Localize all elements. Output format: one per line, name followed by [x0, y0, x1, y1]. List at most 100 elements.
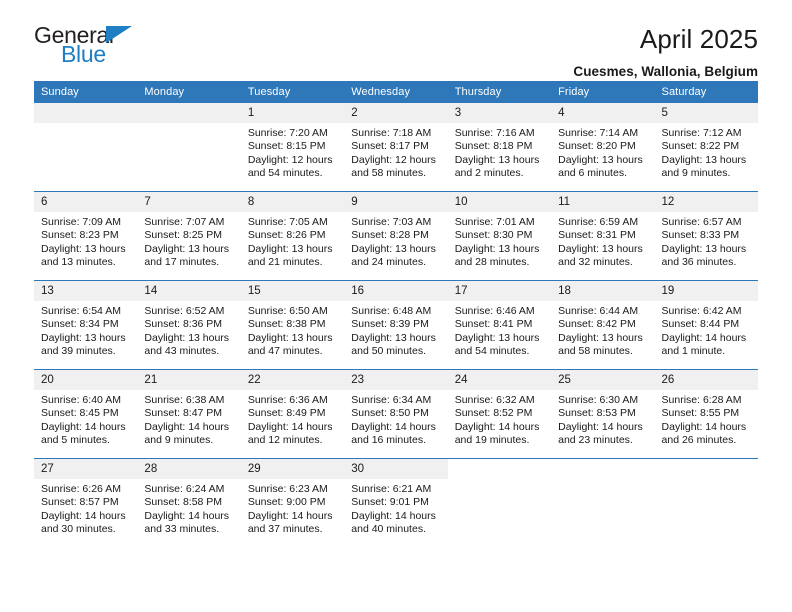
sunrise-sunset-calendar: Sunday Monday Tuesday Wednesday Thursday…: [34, 81, 758, 547]
day-number: 30: [344, 459, 448, 479]
sunrise-time: Sunrise: 7:01 AM: [454, 216, 535, 228]
calendar-week-row: 27 Sunrise: 6:26 AM Sunset: 8:57 PM Dayligh…: [34, 458, 758, 547]
calendar-day-cell[interactable]: 12 Sunrise: 6:57 AM Sunset: 8:33 PM Dayligh…: [654, 191, 758, 281]
day-number: 8: [240, 192, 345, 212]
daylight-duration-line1: Daylight: 14 hours: [41, 420, 126, 433]
daylight-duration-line2: and 24 minutes.: [351, 256, 426, 269]
sunrise-time: Sunrise: 6:50 AM: [247, 305, 328, 317]
day-number: 16: [344, 281, 448, 301]
daylight-duration-line2: and 23 minutes.: [558, 434, 633, 447]
daylight-duration-line2: and 32 minutes.: [558, 256, 633, 269]
calendar-day-cell[interactable]: 16 Sunrise: 6:48 AM Sunset: 8:39 PM Dayligh…: [344, 280, 448, 370]
calendar-day-cell[interactable]: 15 Sunrise: 6:50 AM Sunset: 8:38 PM Dayligh…: [240, 280, 345, 370]
daylight-duration-line2: and 30 minutes.: [41, 523, 116, 536]
day-cell-inner: 20 Sunrise: 6:40 AM Sunset: 8:45 PM Dayligh…: [34, 370, 138, 458]
daylight-duration-line1: Daylight: 13 hours: [351, 242, 436, 255]
calendar-day-cell[interactable]: 19 Sunrise: 6:42 AM Sunset: 8:44 PM Dayligh…: [654, 280, 758, 370]
calendar-empty-cell: [551, 458, 655, 547]
sunset-time: Sunset: 8:28 PM: [351, 229, 429, 242]
day-cell-inner: 7 Sunrise: 7:07 AM Sunset: 8:25 PM Daylight…: [137, 192, 241, 280]
calendar-day-cell[interactable]: 17 Sunrise: 6:46 AM Sunset: 8:41 PM Dayligh…: [447, 280, 552, 370]
day-cell-inner: 21 Sunrise: 6:38 AM Sunset: 8:47 PM Dayligh…: [137, 370, 241, 458]
sunset-time: Sunset: 9:00 PM: [247, 496, 326, 509]
calendar-day-cell[interactable]: 30 Sunrise: 6:21 AM Sunset: 9:01 PM Dayligh…: [344, 458, 448, 547]
calendar-week-row: 1 Sunrise: 7:20 AM Sunset: 8:15 PM Daylight…: [34, 103, 758, 192]
sunset-time: Sunset: 8:49 PM: [247, 407, 326, 420]
day-number: 27: [34, 459, 138, 479]
day-number: 17: [447, 281, 552, 301]
calendar-day-cell[interactable]: 18 Sunrise: 6:44 AM Sunset: 8:42 PM Dayligh…: [551, 280, 655, 370]
weekday-header-friday: Friday: [551, 81, 655, 103]
day-number: 14: [137, 281, 241, 301]
calendar-day-cell[interactable]: 27 Sunrise: 6:26 AM Sunset: 8:57 PM Dayligh…: [34, 458, 138, 547]
weekday-header-tuesday: Tuesday: [240, 81, 345, 103]
daylight-duration-line2: and 43 minutes.: [144, 345, 220, 358]
daylight-duration-line2: and 58 minutes.: [351, 167, 426, 180]
day-cell-inner: 15 Sunrise: 6:50 AM Sunset: 8:38 PM Dayligh…: [240, 281, 345, 369]
day-details: Sunrise: 6:28 AM Sunset: 8:55 PM Daylight:…: [655, 390, 758, 448]
calendar-day-cell[interactable]: 5 Sunrise: 7:12 AM Sunset: 8:22 PM Daylight…: [654, 103, 758, 192]
daylight-duration-line1: Daylight: 13 hours: [661, 242, 747, 255]
daylight-duration-line1: Daylight: 14 hours: [247, 420, 333, 433]
calendar-page: General Blue April 2025 Cuesmes, Walloni…: [0, 0, 792, 612]
daylight-duration-line2: and 6 minutes.: [558, 167, 627, 180]
calendar-day-cell[interactable]: 22 Sunrise: 6:36 AM Sunset: 8:49 PM Dayligh…: [240, 369, 345, 459]
daylight-duration-line1: Daylight: 13 hours: [144, 242, 230, 255]
calendar-day-cell[interactable]: 4 Sunrise: 7:14 AM Sunset: 8:20 PM Daylight…: [551, 103, 655, 192]
sunset-time: Sunset: 8:39 PM: [351, 318, 429, 331]
sunset-time: Sunset: 8:50 PM: [351, 407, 429, 420]
day-cell-inner: 10 Sunrise: 7:01 AM Sunset: 8:30 PM Dayligh…: [447, 192, 552, 280]
calendar-day-cell[interactable]: 14 Sunrise: 6:52 AM Sunset: 8:36 PM Dayligh…: [137, 280, 241, 370]
calendar-day-cell[interactable]: 7 Sunrise: 7:07 AM Sunset: 8:25 PM Daylight…: [137, 191, 241, 281]
generalblue-logo[interactable]: General Blue: [34, 24, 146, 70]
daylight-duration-line2: and 12 minutes.: [247, 434, 323, 447]
calendar-day-cell[interactable]: 2 Sunrise: 7:18 AM Sunset: 8:17 PM Daylight…: [344, 103, 448, 192]
calendar-day-cell[interactable]: 11 Sunrise: 6:59 AM Sunset: 8:31 PM Dayligh…: [551, 191, 655, 281]
day-cell-inner: 16 Sunrise: 6:48 AM Sunset: 8:39 PM Dayligh…: [344, 281, 448, 369]
calendar-week-row: 6 Sunrise: 7:09 AM Sunset: 8:23 PM Daylight…: [34, 191, 758, 281]
daylight-duration-line2: and 9 minutes.: [661, 167, 731, 180]
sunset-time: Sunset: 8:55 PM: [661, 407, 740, 420]
sunset-time: Sunset: 8:34 PM: [41, 318, 119, 331]
calendar-day-cell[interactable]: 20 Sunrise: 6:40 AM Sunset: 8:45 PM Dayligh…: [34, 369, 138, 459]
sunrise-time: Sunrise: 7:16 AM: [454, 127, 535, 139]
day-cell-inner: 19 Sunrise: 6:42 AM Sunset: 8:44 PM Dayligh…: [654, 281, 758, 369]
day-number: 21: [137, 370, 241, 390]
daylight-duration-line1: Daylight: 14 hours: [351, 420, 436, 433]
sunrise-time: Sunrise: 7:12 AM: [661, 127, 742, 139]
calendar-day-cell[interactable]: 13 Sunrise: 6:54 AM Sunset: 8:34 PM Dayligh…: [34, 280, 138, 370]
sunset-time: Sunset: 8:53 PM: [558, 407, 636, 420]
calendar-day-cell[interactable]: 9 Sunrise: 7:03 AM Sunset: 8:28 PM Daylight…: [344, 191, 448, 281]
day-number: [551, 459, 654, 479]
day-number: 7: [137, 192, 241, 212]
daylight-duration-line1: Daylight: 13 hours: [661, 153, 747, 166]
calendar-day-cell[interactable]: 6 Sunrise: 7:09 AM Sunset: 8:23 PM Daylight…: [34, 191, 138, 281]
daylight-duration-line2: and 9 minutes.: [144, 434, 214, 447]
day-cell-inner: 22 Sunrise: 6:36 AM Sunset: 8:49 PM Dayligh…: [240, 370, 345, 458]
sunset-time: Sunset: 8:15 PM: [247, 140, 326, 153]
calendar-day-cell[interactable]: 10 Sunrise: 7:01 AM Sunset: 8:30 PM Dayligh…: [447, 191, 552, 281]
calendar-day-cell[interactable]: 26 Sunrise: 6:28 AM Sunset: 8:55 PM Dayligh…: [654, 369, 758, 459]
day-number: [655, 459, 758, 479]
daylight-duration-line2: and 21 minutes.: [247, 256, 323, 269]
calendar-day-cell[interactable]: 3 Sunrise: 7:16 AM Sunset: 8:18 PM Daylight…: [447, 103, 552, 192]
calendar-day-cell[interactable]: 24 Sunrise: 6:32 AM Sunset: 8:52 PM Dayligh…: [447, 369, 552, 459]
sunrise-time: Sunrise: 7:03 AM: [351, 216, 432, 228]
calendar-day-cell[interactable]: 1 Sunrise: 7:20 AM Sunset: 8:15 PM Daylight…: [240, 103, 345, 192]
day-details: Sunrise: 7:05 AM Sunset: 8:26 PM Daylight:…: [241, 212, 344, 270]
sunset-time: Sunset: 8:17 PM: [351, 140, 429, 153]
day-details: Sunrise: 6:26 AM Sunset: 8:57 PM Daylight:…: [34, 479, 137, 537]
calendar-day-cell[interactable]: 8 Sunrise: 7:05 AM Sunset: 8:26 PM Daylight…: [240, 191, 345, 281]
sunrise-time: Sunrise: 6:28 AM: [661, 394, 742, 406]
calendar-day-cell[interactable]: 23 Sunrise: 6:34 AM Sunset: 8:50 PM Dayligh…: [344, 369, 448, 459]
sunset-time: Sunset: 8:23 PM: [41, 229, 119, 242]
calendar-day-cell[interactable]: 25 Sunrise: 6:30 AM Sunset: 8:53 PM Dayligh…: [551, 369, 655, 459]
day-cell-inner: [655, 459, 758, 547]
calendar-day-cell[interactable]: 28 Sunrise: 6:24 AM Sunset: 8:58 PM Dayligh…: [137, 458, 241, 547]
sunset-time: Sunset: 8:26 PM: [247, 229, 326, 242]
calendar-day-cell[interactable]: 29 Sunrise: 6:23 AM Sunset: 9:00 PM Dayligh…: [240, 458, 345, 547]
day-number: 28: [137, 459, 241, 479]
daylight-duration-line2: and 17 minutes.: [144, 256, 220, 269]
day-number: 19: [654, 281, 758, 301]
calendar-day-cell[interactable]: 21 Sunrise: 6:38 AM Sunset: 8:47 PM Dayligh…: [137, 369, 241, 459]
